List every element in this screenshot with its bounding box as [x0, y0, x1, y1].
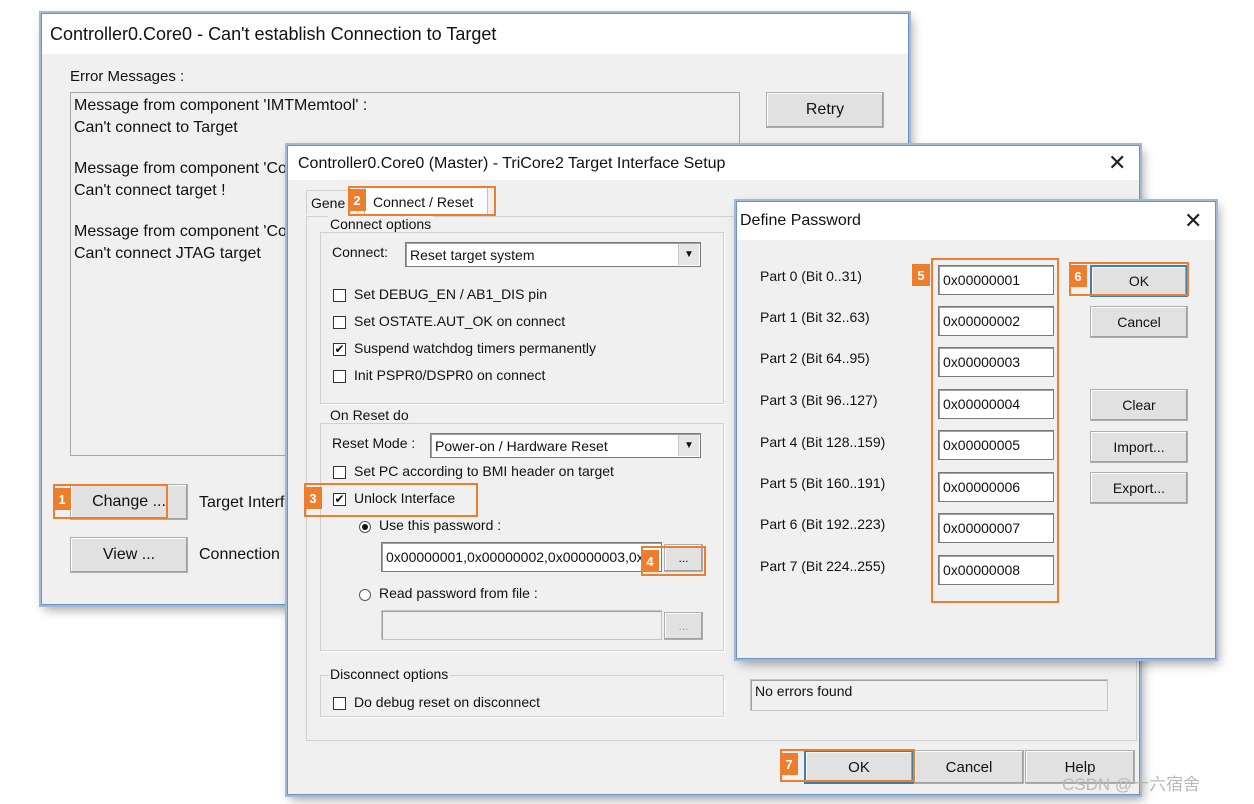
password-export-button[interactable]: Export...	[1090, 472, 1188, 504]
set-pc-checkbox[interactable]	[333, 466, 346, 479]
debug-en-label: Set DEBUG_EN / AB1_DIS pin	[354, 286, 547, 302]
password-ok-highlight	[1069, 262, 1189, 296]
part-label: Part 7 (Bit 224..255)	[760, 558, 886, 574]
error-message-line: Message from component 'IMTMemtool' :	[74, 97, 368, 114]
error-message-line: Can't connect to Target	[74, 119, 238, 136]
error-window-titlebar: Controller0.Core0 - Can't establish Conn…	[42, 14, 908, 54]
setup-window-title: Controller0.Core0 (Master) - TriCore2 Ta…	[298, 155, 726, 172]
init-pspr-label: Init PSPR0/DSPR0 on connect	[354, 367, 546, 383]
ostate-label: Set OSTATE.AUT_OK on connect	[354, 313, 566, 329]
part-label: Part 1 (Bit 32..63)	[760, 309, 870, 325]
watchdog-checkbox[interactable]: ✔	[333, 343, 346, 356]
connection-label: Connection F	[199, 546, 295, 563]
chevron-down-icon[interactable]: ▼	[678, 244, 699, 265]
error-window-title: Controller0.Core0 - Can't establish Conn…	[50, 24, 497, 44]
ostate-checkbox[interactable]	[333, 316, 346, 329]
target-interface-label: Target Interfa	[199, 494, 294, 511]
reset-mode-value: Power-on / Hardware Reset	[435, 437, 608, 454]
connect-options-title: Connect options	[328, 216, 434, 232]
reset-mode-label: Reset Mode :	[332, 435, 416, 451]
debug-reset-label: Do debug reset on disconnect	[354, 694, 541, 710]
use-password-radio[interactable]	[359, 521, 371, 533]
error-message-line: Can't connect target !	[74, 182, 226, 199]
step-badge-5: 5	[912, 264, 930, 286]
connect-select[interactable]: Reset target system ▼	[405, 242, 701, 267]
view-button[interactable]: View ...	[70, 537, 188, 573]
part-label: Part 6 (Bit 192..223)	[760, 516, 886, 532]
part-label: Part 5 (Bit 160..191)	[760, 475, 886, 491]
debug-reset-checkbox[interactable]	[333, 697, 346, 710]
use-password-label: Use this password :	[379, 517, 502, 533]
set-pc-label: Set PC according to BMI header on target	[354, 463, 614, 479]
password-value: 0x00000001,0x00000002,0x00000003,0x	[386, 549, 644, 565]
setup-ok-highlight	[780, 749, 915, 782]
error-messages-label: Error Messages :	[70, 68, 185, 85]
password-dialog-title: Define Password	[740, 212, 861, 229]
error-message-line: Message from component 'Co	[74, 223, 287, 240]
connect-label: Connect:	[332, 244, 389, 260]
change-button-highlight	[53, 484, 168, 519]
tab-general-label: Gene	[311, 195, 346, 211]
password-clear-button[interactable]: Clear	[1090, 389, 1188, 421]
password-fields-highlight	[931, 258, 1059, 603]
password-dialog-titlebar: Define Password ✕	[737, 202, 1215, 240]
part-label: Part 4 (Bit 128..159)	[760, 434, 886, 450]
part-label: Part 2 (Bit 64..95)	[760, 350, 870, 366]
disconnect-options-title: Disconnect options	[328, 666, 451, 682]
error-message-line: Message from component 'Co	[74, 160, 287, 177]
read-file-label: Read password from file :	[379, 585, 538, 601]
connect-select-value: Reset target system	[410, 246, 535, 263]
password-file-input[interactable]	[381, 610, 662, 640]
on-reset-title: On Reset do	[328, 407, 411, 423]
tab-highlight	[348, 186, 496, 216]
password-input[interactable]: 0x00000001,0x00000002,0x00000003,0x	[381, 542, 662, 572]
password-import-button[interactable]: Import...	[1090, 431, 1188, 463]
browse-highlight	[641, 546, 706, 576]
status-box: No errors found	[750, 679, 1108, 711]
debug-en-checkbox[interactable]	[333, 289, 346, 302]
unlock-highlight	[304, 483, 478, 517]
setup-window-titlebar: Controller0.Core0 (Master) - TriCore2 Ta…	[288, 146, 1139, 180]
watermark: CSDN @十六宿舍	[1062, 775, 1201, 794]
reset-mode-select[interactable]: Power-on / Hardware Reset ▼	[430, 433, 701, 458]
chevron-down-icon[interactable]: ▼	[678, 435, 699, 456]
retry-button[interactable]: Retry	[766, 92, 884, 128]
init-pspr-checkbox[interactable]	[333, 370, 346, 383]
password-cancel-button[interactable]: Cancel	[1090, 306, 1188, 338]
read-file-radio[interactable]	[359, 589, 371, 601]
setup-cancel-button[interactable]: Cancel	[914, 750, 1024, 784]
close-icon[interactable]: ✕	[1184, 210, 1202, 232]
status-text: No errors found	[755, 683, 853, 699]
part-label: Part 3 (Bit 96..127)	[760, 392, 878, 408]
watchdog-label: Suspend watchdog timers permanently	[354, 340, 597, 356]
part-label: Part 0 (Bit 0..31)	[760, 268, 862, 284]
file-browse-button[interactable]: ...	[664, 612, 703, 640]
close-icon[interactable]: ✕	[1108, 152, 1126, 174]
error-message-line: Can't connect JTAG target	[74, 245, 261, 262]
